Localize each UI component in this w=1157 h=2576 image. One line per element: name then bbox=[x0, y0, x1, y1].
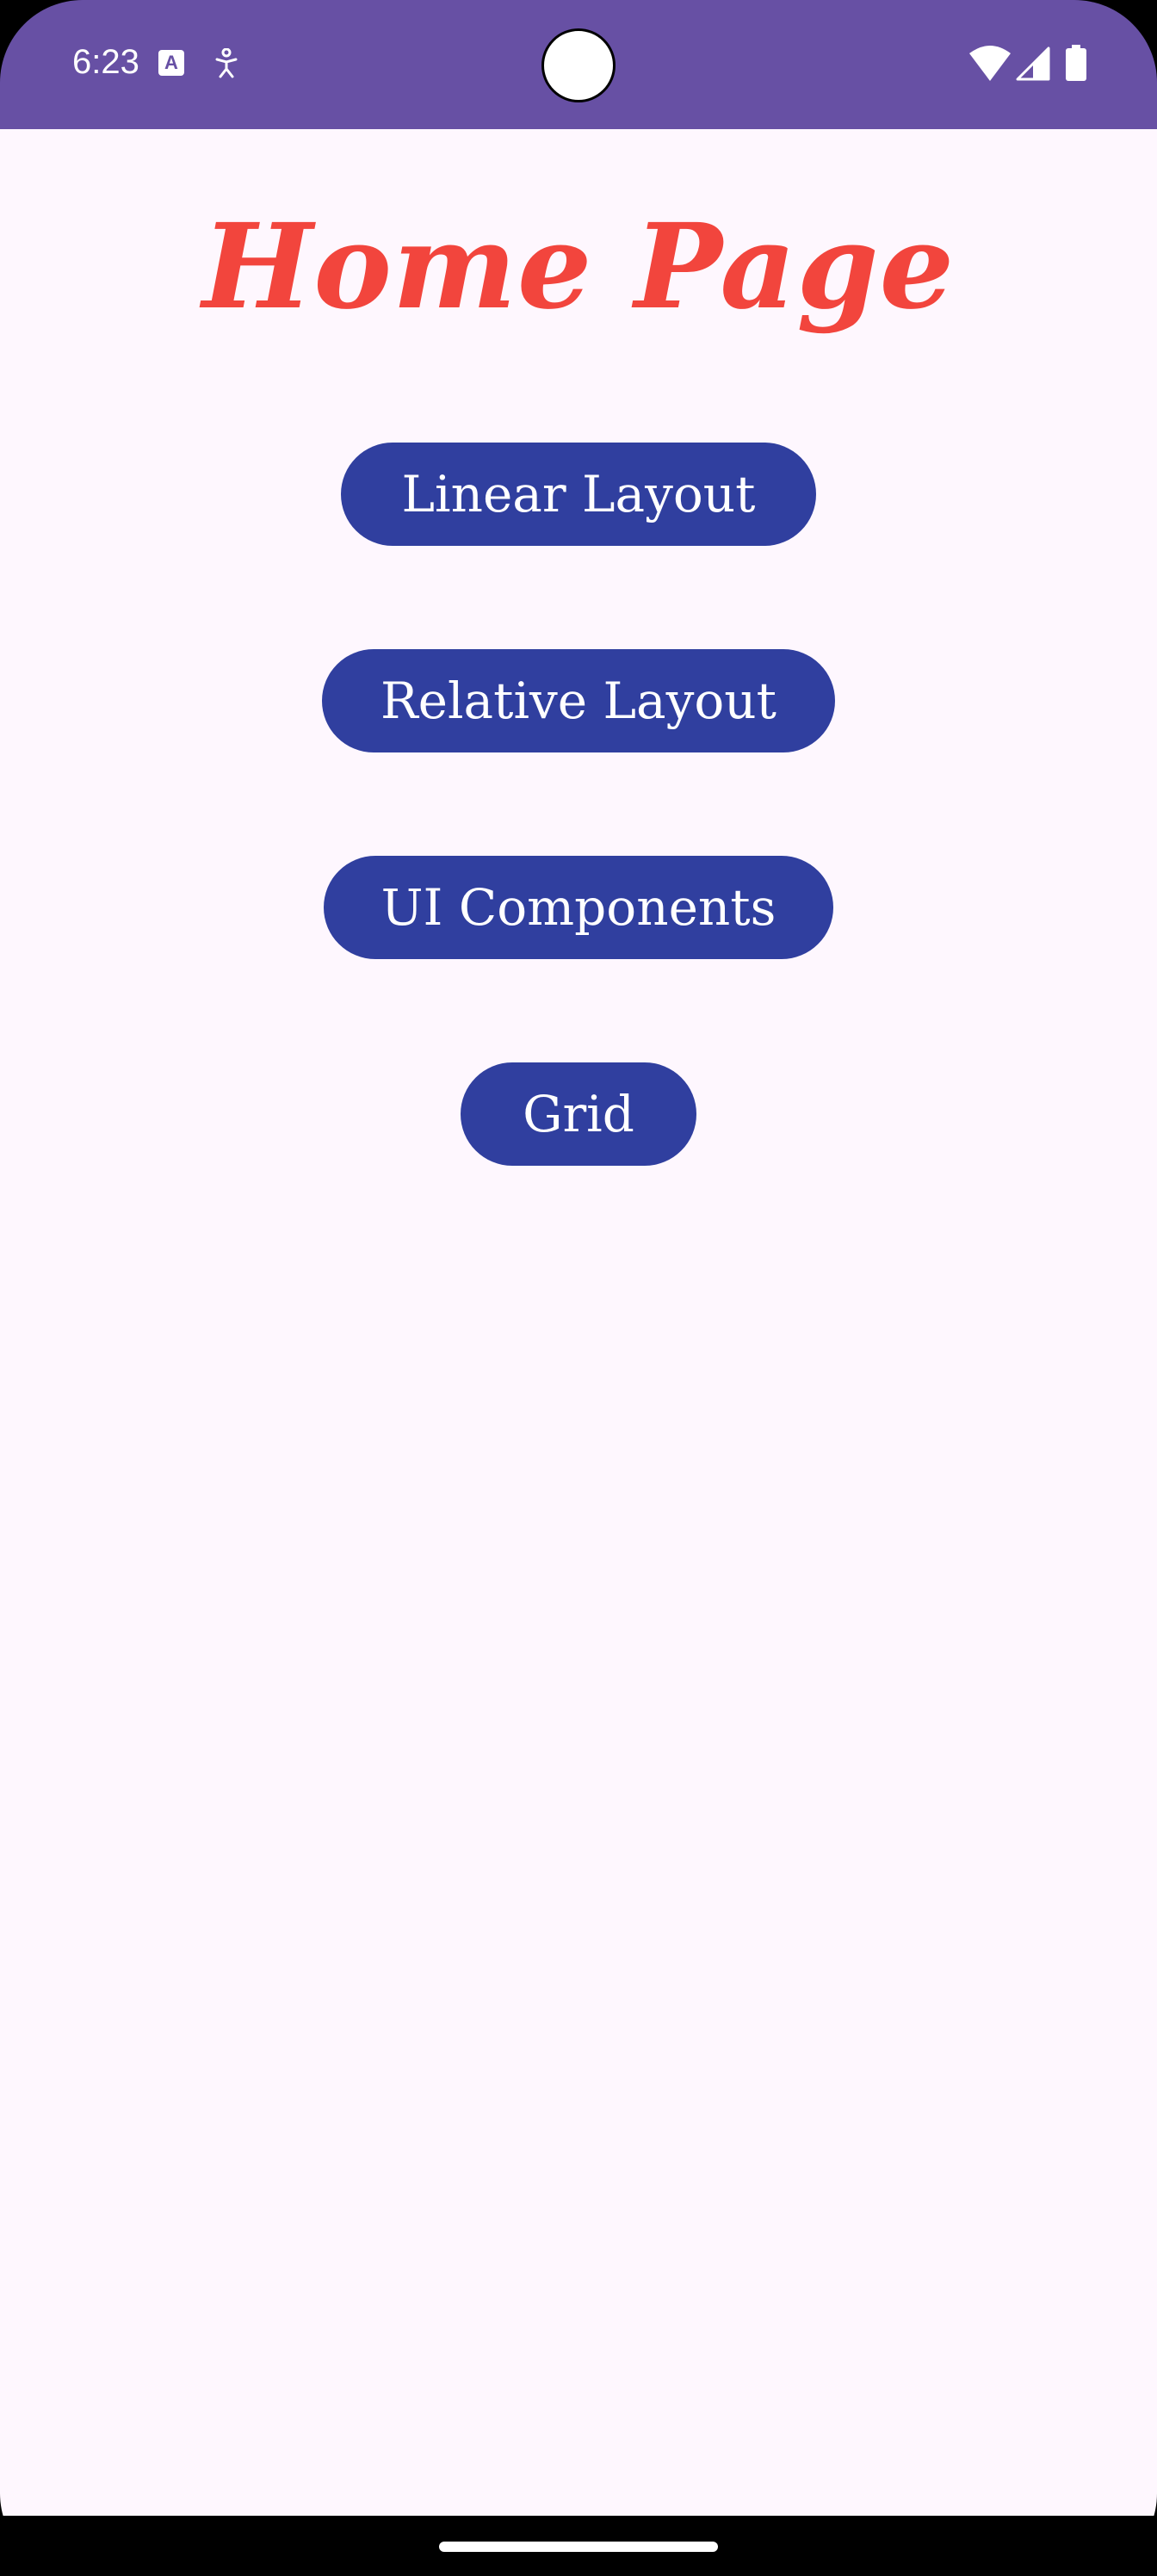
page-title: Home Page bbox=[201, 198, 956, 336]
navigation-bar bbox=[0, 2516, 1157, 2576]
home-gesture-handle[interactable] bbox=[439, 2542, 718, 2552]
battery-icon bbox=[1066, 45, 1086, 81]
device-screen: 6:23 A Home Page Linear Layout Relative … bbox=[0, 0, 1157, 2576]
linear-layout-button[interactable]: Linear Layout bbox=[341, 443, 816, 546]
wifi-icon bbox=[969, 46, 1011, 81]
text-a-icon: A bbox=[158, 50, 184, 76]
accessibility-icon bbox=[215, 48, 238, 78]
status-bar: 6:23 A bbox=[0, 0, 1157, 129]
relative-layout-button[interactable]: Relative Layout bbox=[322, 649, 835, 752]
status-time: 6:23 bbox=[72, 43, 139, 81]
cellular-signal-icon bbox=[1016, 46, 1050, 81]
camera-cutout bbox=[541, 28, 616, 102]
grid-button[interactable]: Grid bbox=[461, 1062, 696, 1166]
ui-components-button[interactable]: UI Components bbox=[324, 856, 833, 959]
